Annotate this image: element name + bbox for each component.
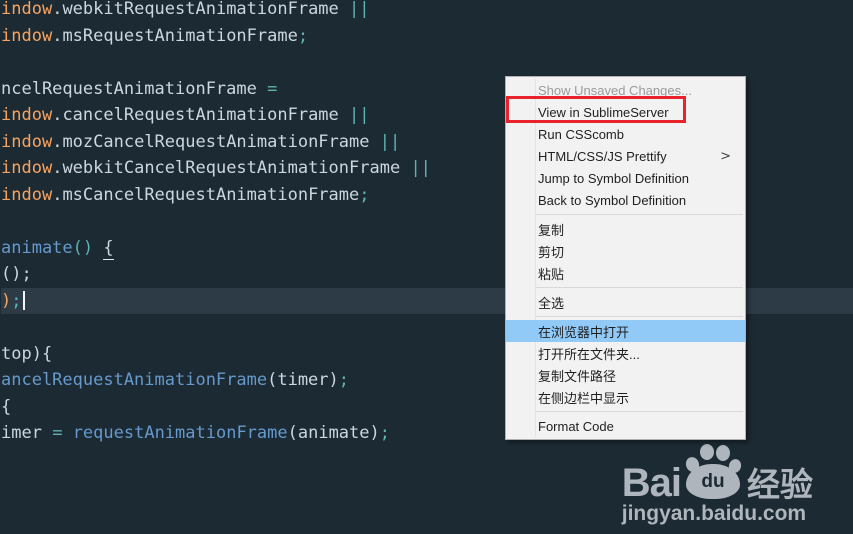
menu-item-run-csscomb[interactable]: Run CSScomb: [506, 123, 745, 145]
code-token: .: [52, 0, 63, 19]
code-token: msRequestAnimationFrame: [62, 25, 298, 46]
watermark-url: jingyan.baidu.com: [621, 502, 807, 525]
code-token: ||: [379, 131, 401, 152]
menu-item-label: 在侧边栏中显示: [538, 390, 630, 406]
menu-item-paste[interactable]: 粘贴: [506, 262, 745, 284]
menu-item-select-all[interactable]: 全选: [506, 291, 745, 313]
menu-item-label: 在浏览器中打开: [538, 324, 630, 340]
code-line-1: indow.webkitRequestAnimationFrame ||: [1, 0, 853, 23]
baidu-logo-jingyan: 经验: [747, 465, 813, 503]
code-token: requestAnimationFrame: [72, 423, 288, 443]
paw-du-text: du: [701, 471, 725, 492]
code-token: .: [52, 184, 63, 205]
menu-item-format-code[interactable]: Format Code: [506, 415, 745, 437]
code-token: ancelRequestAnimationFrame: [1, 370, 268, 390]
code-token: indow: [1, 105, 53, 125]
menu-item-open-containing-folder[interactable]: 打开所在文件夹...: [506, 342, 745, 364]
submenu-arrow-icon: >: [720, 148, 731, 164]
code-token: {: [1, 396, 12, 417]
code-token: indow: [1, 131, 53, 152]
code-token: imer: [1, 423, 53, 443]
menu-item-label: 复制文件路径: [538, 368, 617, 384]
code-token: (): [72, 237, 94, 258]
code-token: ;: [297, 25, 309, 46]
menu-separator: [535, 411, 743, 412]
menu-item-reveal-in-sidebar[interactable]: 在侧边栏中显示: [506, 386, 745, 408]
code-token: indow: [1, 184, 53, 205]
code-token: indow: [1, 0, 53, 19]
menu-item-open-in-browser[interactable]: 在浏览器中打开: [506, 320, 745, 342]
code-token: indow: [1, 158, 53, 178]
menu-item-label: 粘贴: [538, 266, 565, 282]
code-token: .: [52, 25, 63, 46]
menu-item-label: Show Unsaved Changes...: [538, 82, 692, 98]
menu-item-label: 全选: [538, 295, 565, 311]
menu-item-copy[interactable]: 复制: [506, 218, 745, 240]
code-token: (timer): [267, 370, 339, 390]
code-token: ;: [379, 423, 390, 443]
code-token: webkitRequestAnimationFrame: [62, 0, 350, 19]
menu-item-label: 打开所在文件夹...: [538, 346, 640, 362]
menu-item-html-css-js-prettify[interactable]: HTML/CSS/JS Prettify >: [506, 145, 745, 167]
code-token: ||: [410, 158, 431, 178]
baidu-logo-bai: Bai: [621, 461, 682, 506]
paw-toe: [716, 445, 730, 461]
code-token: indow: [1, 25, 53, 46]
baidu-logo: Bai du 经验: [621, 442, 813, 506]
code-token: .: [52, 105, 63, 125]
code-token: ): [1, 290, 12, 311]
menu-item-label: 剪切: [538, 244, 565, 260]
code-token: (animate): [287, 423, 380, 443]
code-token: cancelRequestAnimationFrame: [62, 105, 350, 125]
code-token: webkitCancelRequestAnimationFrame: [62, 158, 411, 178]
code-token: ncelRequestAnimationFrame: [1, 78, 268, 99]
menu-item-label: HTML/CSS/JS Prettify: [538, 148, 667, 164]
menu-item-label: Jump to Symbol Definition: [538, 170, 690, 186]
baidu-jingyan-watermark: Bai du 经验 jingyan.baidu.com: [622, 444, 813, 526]
menu-item-label: Run CSScomb: [538, 126, 624, 142]
menu-item-label: View in SublimeServer: [538, 104, 669, 120]
menu-item-label: Back to Symbol Definition: [538, 192, 687, 208]
code-token: ;: [338, 370, 350, 390]
menu-item-copy-file-path[interactable]: 复制文件路径: [506, 364, 745, 386]
code-token: ;: [11, 290, 22, 311]
code-token: msCancelRequestAnimationFrame: [62, 184, 360, 205]
menu-item-jump-to-symbol-definition[interactable]: Jump to Symbol Definition: [506, 167, 745, 189]
code-token: ||: [349, 105, 370, 125]
menu-item-show-unsaved-changes: Show Unsaved Changes...: [506, 79, 745, 101]
menu-item-label: 复制: [538, 222, 565, 238]
code-token: =: [267, 78, 278, 99]
menu-item-back-to-symbol-definition[interactable]: Back to Symbol Definition: [506, 189, 745, 211]
menu-item-cut[interactable]: 剪切: [506, 240, 745, 262]
code-token: =: [52, 423, 63, 443]
paw-pad: du: [686, 464, 740, 499]
menu-item-label: Format Code: [538, 418, 614, 434]
code-token: mozCancelRequestAnimationFrame: [62, 131, 380, 152]
code-line-2: indow.msRequestAnimationFrame;: [1, 23, 853, 50]
code-token: .: [52, 158, 63, 178]
menu-separator: [535, 316, 743, 317]
code-token: ();: [1, 264, 32, 284]
code-token: top){: [1, 343, 53, 364]
code-token: .: [52, 131, 63, 152]
menu-separator: [535, 214, 743, 215]
paw-toe: [700, 444, 714, 460]
baidu-paw-icon: du: [684, 442, 743, 500]
menu-separator: [535, 287, 743, 288]
code-token: animate: [1, 237, 73, 258]
text-caret: [22, 290, 25, 310]
code-token: {: [103, 237, 114, 260]
menu-item-view-in-sublimeserver[interactable]: View in SublimeServer: [506, 101, 745, 123]
code-token: ||: [349, 0, 370, 19]
code-token: ;: [359, 184, 370, 205]
context-menu: Show Unsaved Changes... View in SublimeSe…: [505, 76, 746, 440]
